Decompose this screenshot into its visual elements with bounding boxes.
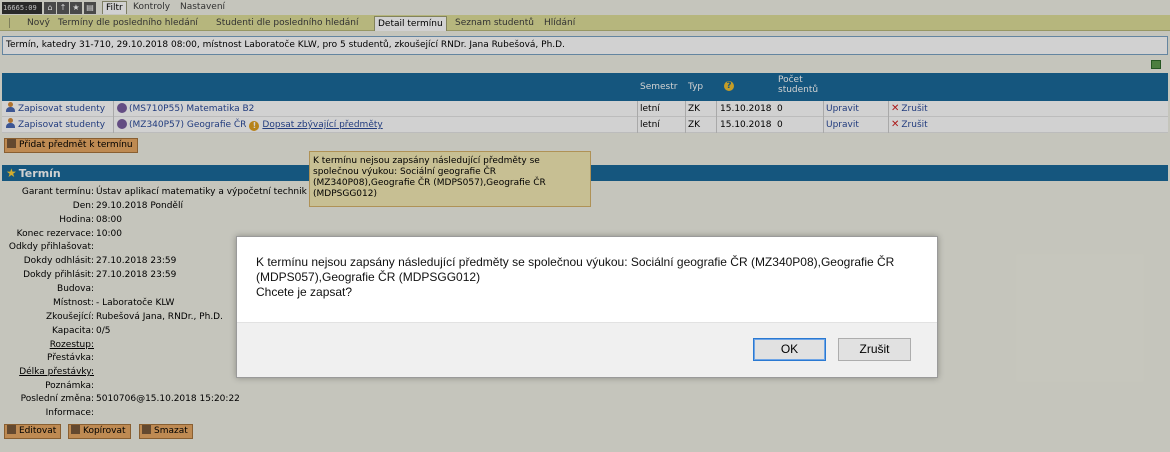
dialog-message: K termínu nejsou zapsány následující pře…	[256, 255, 926, 300]
modal-overlay	[0, 0, 1170, 452]
ok-button[interactable]: OK	[753, 338, 826, 361]
dialog-text: K termínu nejsou zapsány následující pře…	[256, 255, 895, 284]
dialog-footer: OK Zrušit	[237, 322, 937, 377]
confirm-dialog: K termínu nejsou zapsány následující pře…	[236, 236, 938, 378]
dialog-question: Chcete je zapsat?	[256, 285, 353, 299]
cancel-button[interactable]: Zrušit	[838, 338, 911, 361]
